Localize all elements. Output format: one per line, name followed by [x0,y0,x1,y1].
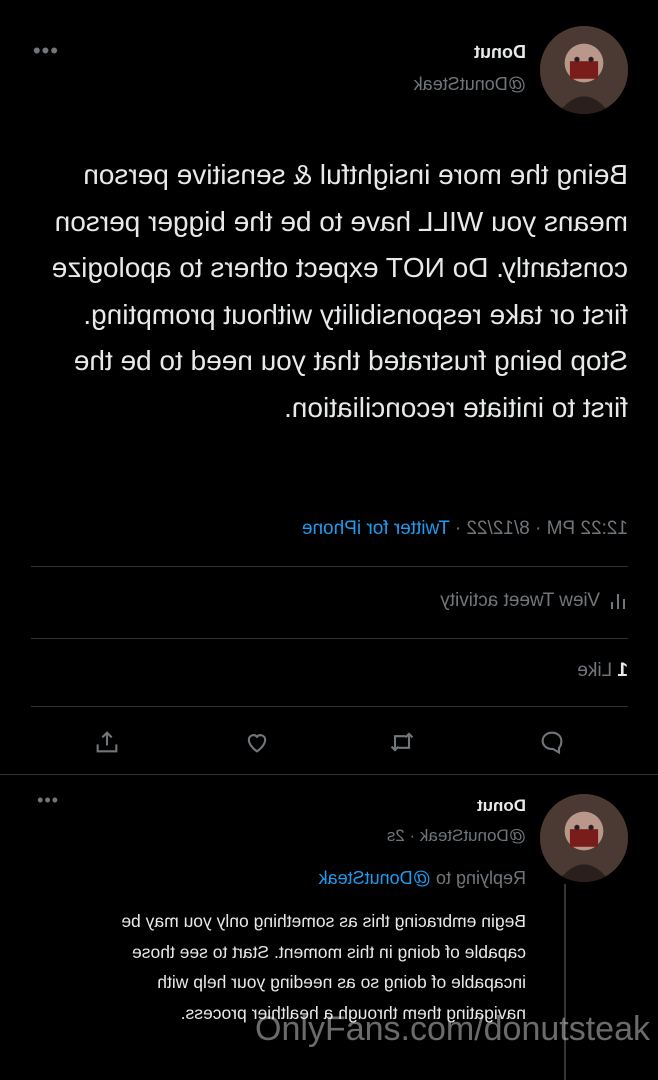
divider [31,566,628,567]
view-activity-button[interactable]: View Tweet activity [440,590,628,612]
chart-icon [611,594,625,609]
like-icon [247,734,267,753]
thread-line [564,884,566,1080]
author-name[interactable]: Donut [474,42,526,63]
like-count-value: 1 [617,660,628,681]
view-activity-label: View Tweet activity [440,590,600,611]
replying-to: Replying to @DonutSteak [319,868,526,889]
divider [31,638,628,639]
tweet-text: Being the more insightful & sensitive pe… [51,159,628,423]
reply-avatar[interactable] [540,794,628,882]
reply-button[interactable] [534,724,570,760]
avatar-photo [540,794,628,882]
likes-count[interactable]: 1 Like [577,660,628,682]
meta-separator: · [454,518,462,539]
like-count-label: Like [577,660,613,681]
tweet-time[interactable]: 12:22 PM [547,518,628,539]
section-divider [0,774,658,775]
share-button[interactable] [89,724,125,760]
more-icon[interactable]: ••• [32,38,58,64]
avatar-photo [540,26,628,114]
reply-author-name[interactable]: Donut [477,796,526,816]
share-icon [96,731,118,753]
reply-icon [541,731,563,755]
like-button[interactable] [239,724,275,760]
retweet-icon [390,732,414,752]
tweet-date[interactable]: 8/12/22 [466,518,529,539]
tweet-source-link[interactable]: Twitter for iPhone [302,518,450,539]
tweet-meta: 12:22 PM · 8/12/22 · Twitter for iPhone [302,518,628,540]
divider [31,706,628,707]
mirrored-screen: Donut @DonutSteak ••• Being the more ins… [0,0,658,1080]
replying-prefix: Replying to [435,868,526,888]
more-icon[interactable]: ••• [36,790,58,811]
meta-separator: · [535,518,542,539]
watermark: OnlyFans.com/donutsteak [255,1010,650,1048]
avatar[interactable] [540,26,628,114]
reply-author-handle[interactable]: @DonutSteak · 2s [387,826,526,846]
replying-mention-link[interactable]: @DonutSteak [319,868,431,888]
retweet-button[interactable] [384,724,420,760]
author-handle[interactable]: @DonutSteak [414,74,526,95]
